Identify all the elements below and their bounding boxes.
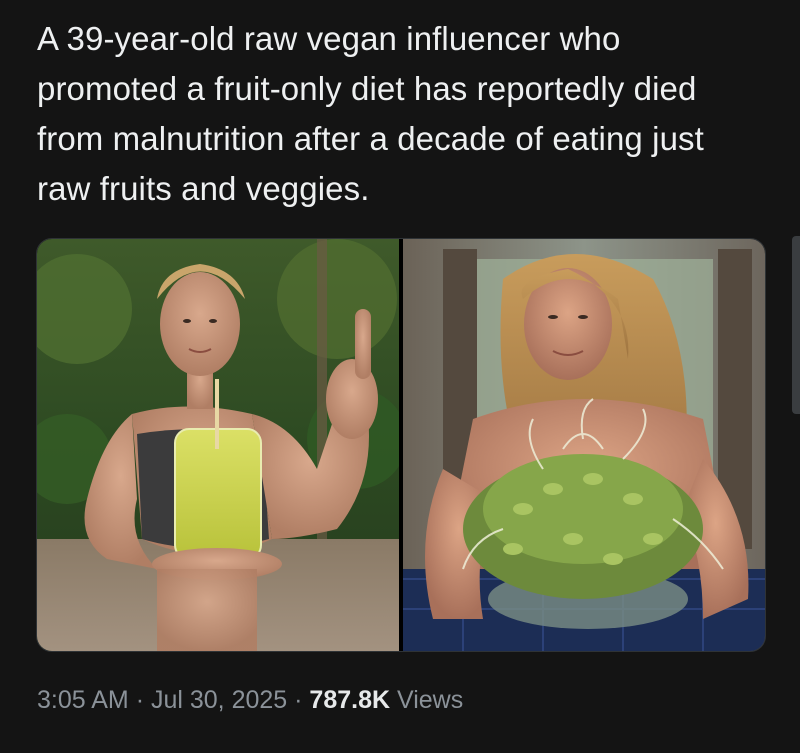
media-grid[interactable]	[36, 238, 766, 652]
post-date[interactable]: Jul 30, 2025	[151, 686, 287, 714]
photo-woman-holding-sprouts[interactable]	[403, 239, 765, 651]
photo-juice-illustration	[37, 239, 399, 651]
post-time[interactable]: 3:05 AM	[37, 686, 129, 714]
views-label: Views	[397, 686, 464, 714]
meta-separator: ·	[135, 686, 145, 714]
post-text: A 39-year-old raw vegan influencer who p…	[37, 20, 704, 207]
meta-separator: ·	[294, 686, 303, 714]
post-meta: 3:05 AM · Jul 30, 2025 · 787.8K Views	[37, 686, 463, 715]
views-count[interactable]: 787.8K	[309, 686, 390, 714]
photo-woman-holding-juice[interactable]	[37, 239, 399, 651]
scrollbar[interactable]	[792, 236, 800, 414]
photo-sprouts-illustration	[403, 239, 765, 651]
